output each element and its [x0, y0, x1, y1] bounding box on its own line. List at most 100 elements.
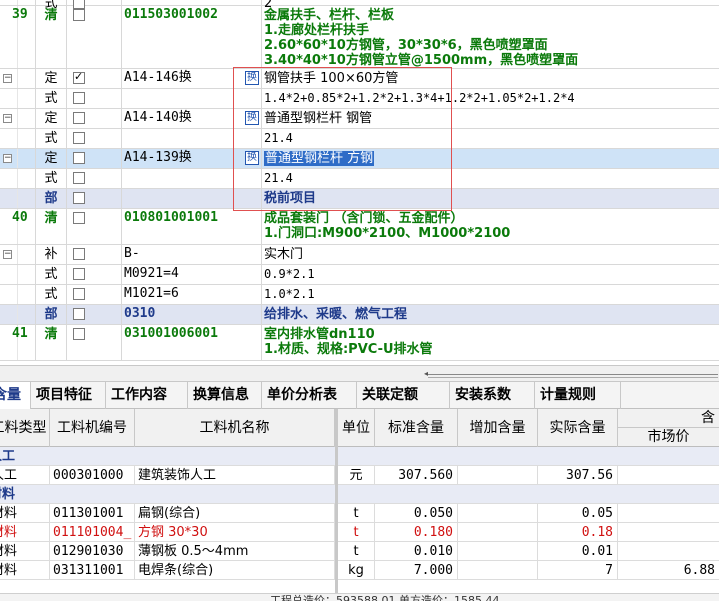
header-type[interactable]: 工料类型	[0, 409, 50, 447]
row-code[interactable]: M0921=4	[122, 265, 262, 284]
cell-std[interactable]: 0.050	[375, 504, 458, 523]
header-market-price[interactable]: 市场价	[618, 428, 719, 447]
row-name[interactable]: 21.4	[262, 169, 719, 188]
cell-std[interactable]: 307.560	[375, 466, 458, 485]
row-code[interactable]: B-	[122, 245, 262, 264]
collapse-toggle-icon[interactable]: −	[3, 114, 12, 123]
cell-type[interactable]: 材料	[0, 523, 50, 542]
cell-name[interactable]: 建筑装饰人工	[135, 466, 335, 485]
row-name[interactable]: 成品套装门 （含门锁、五金配件） 1.门洞口:M900*2100、M1000*21…	[262, 209, 719, 244]
collapse-toggle-icon[interactable]: −	[3, 250, 12, 259]
row-name[interactable]: 实木门	[262, 245, 719, 264]
cell-name[interactable]: 薄钢板 0.5～4mm	[135, 542, 335, 561]
cell-add[interactable]	[458, 466, 538, 485]
row-code[interactable]: 010801001001	[122, 209, 262, 244]
row-name[interactable]: 21.4	[262, 129, 719, 148]
cell-actual[interactable]: 307.56	[538, 466, 618, 485]
collapse-toggle-icon[interactable]: −	[3, 154, 12, 163]
row-checkbox[interactable]	[73, 172, 85, 184]
cell-add[interactable]	[458, 542, 538, 561]
row-checkbox[interactable]	[73, 152, 85, 164]
table-row[interactable]: 部 税前项目	[0, 189, 719, 209]
cell-unit[interactable]: 元	[338, 466, 375, 485]
row-code[interactable]: 031001006001	[122, 325, 262, 360]
tab-1[interactable]: 项目特征	[31, 382, 106, 409]
row-code[interactable]	[122, 0, 262, 5]
row-name[interactable]: 0.9*2.1	[262, 265, 719, 284]
tab-4[interactable]: 单价分析表	[262, 382, 357, 409]
row-code[interactable]: A14-139换	[122, 149, 262, 168]
row-checkbox[interactable]	[73, 92, 85, 104]
row-name[interactable]: 给排水、采暖、燃气工程	[262, 305, 719, 324]
tab-0[interactable]: 含量	[0, 382, 31, 409]
tab-3[interactable]: 换算信息	[188, 382, 262, 409]
cell-code[interactable]: 000301000	[50, 466, 135, 485]
row-checkbox[interactable]	[73, 268, 85, 280]
row-code[interactable]: M1021=6	[122, 285, 262, 304]
table-row[interactable]: 式 1.4*2+0.85*2+1.2*2+1.3*4+1.2*2+1.05*2+1…	[0, 89, 719, 109]
cell-actual[interactable]: 7	[538, 561, 618, 580]
tab-6[interactable]: 安装系数	[450, 382, 535, 409]
cell-actual[interactable]: 0.05	[538, 504, 618, 523]
row-name[interactable]: 1.4*2+0.85*2+1.2*2+1.3*4+1.2*2+1.05*2+1.…	[262, 89, 719, 108]
cell-code[interactable]: 031311001	[50, 561, 135, 580]
cell-name[interactable]: 方钢 30*30	[135, 523, 335, 542]
tab-7[interactable]: 计量规则	[535, 382, 621, 409]
row-name[interactable]: 金属扶手、栏杆、栏板 1.走廊处栏杆扶手 2.60*60*10方钢管，30*30*6…	[262, 6, 719, 68]
row-checkbox[interactable]	[73, 132, 85, 144]
table-row[interactable]: 式 21.4	[0, 169, 719, 189]
table-row[interactable]: 式 M1021=6 1.0*2.1	[0, 285, 719, 305]
row-checkbox[interactable]	[73, 288, 85, 300]
cell-add[interactable]	[458, 561, 538, 580]
row-name[interactable]: 2	[262, 0, 719, 11]
tab-5[interactable]: 关联定额	[357, 382, 450, 409]
grid-row[interactable]: 材料011101004_方钢 30*30t0.180 0.18	[0, 523, 719, 542]
row-code[interactable]	[122, 169, 262, 188]
cell-market[interactable]	[618, 523, 719, 542]
table-row[interactable]: 39 清 011503001002 金属扶手、栏杆、栏板 1.走廊处栏杆扶手 2.60*6…	[0, 6, 719, 69]
cell-add[interactable]	[458, 523, 538, 542]
table-row[interactable]: − 补 B- 实木门	[0, 245, 719, 265]
cell-type[interactable]: 人工	[0, 466, 50, 485]
row-checkbox[interactable]	[73, 308, 85, 320]
header-unit[interactable]: 单位	[338, 409, 375, 447]
pane-splitter[interactable]: ◂	[0, 365, 719, 382]
row-name[interactable]: 换普通型钢栏杆 方钢	[245, 149, 719, 168]
cell-actual[interactable]: 0.18	[538, 523, 618, 542]
cell-code[interactable]: 011101004_	[50, 523, 135, 542]
cell-name[interactable]: 扁钢(综合)	[135, 504, 335, 523]
grid-row[interactable]: 材料031311001电焊条(综合)kg7.000 76.88	[0, 561, 719, 580]
collapse-toggle-icon[interactable]: −	[3, 74, 12, 83]
table-row[interactable]: 部 0310 给排水、采暖、燃气工程	[0, 305, 719, 325]
row-code[interactable]	[122, 89, 262, 108]
row-name[interactable]: 换钢管扶手 100×60方管	[245, 69, 719, 88]
cell-std[interactable]: 0.010	[375, 542, 458, 561]
cell-type[interactable]: 材料	[0, 504, 50, 523]
cell-type[interactable]: 材料	[0, 561, 50, 580]
header-add-qty[interactable]: 增加含量	[458, 409, 538, 447]
cell-name[interactable]: 电焊条(综合)	[135, 561, 335, 580]
cell-code[interactable]: 012901030	[50, 542, 135, 561]
row-code[interactable]	[122, 189, 262, 208]
table-row[interactable]: 40 清 010801001001 成品套装门 （含门锁、五金配件） 1.门洞口:M90…	[0, 209, 719, 245]
cell-market[interactable]	[618, 542, 719, 561]
cell-std[interactable]: 7.000	[375, 561, 458, 580]
header-code[interactable]: 工料机编号	[50, 409, 135, 447]
row-code[interactable]: A14-140换	[122, 109, 262, 128]
row-checkbox[interactable]	[73, 212, 85, 224]
cell-market[interactable]	[618, 466, 719, 485]
grid-row[interactable]: 材料011301001扁钢(综合)t0.050 0.05	[0, 504, 719, 523]
row-code[interactable]: 011503001002	[122, 6, 262, 68]
row-name[interactable]: 室内排水管dn110 1.材质、规格:PVC-U排水管	[262, 325, 719, 360]
cell-unit[interactable]: t	[338, 504, 375, 523]
row-name[interactable]: 税前项目	[262, 189, 719, 208]
grid-row[interactable]: 材料012901030薄钢板 0.5～4mmt0.010 0.01	[0, 542, 719, 561]
cell-type[interactable]: 材料	[0, 542, 50, 561]
cell-market[interactable]	[618, 504, 719, 523]
row-checkbox[interactable]	[73, 248, 85, 260]
row-name[interactable]: 换普通型钢栏杆 钢管	[245, 109, 719, 128]
row-code[interactable]: A14-146换	[122, 69, 262, 88]
table-row[interactable]: 式 M0921=4 0.9*2.1	[0, 265, 719, 285]
table-row[interactable]: 41 清 031001006001 室内排水管dn110 1.材质、规格:PVC-U排水…	[0, 325, 719, 361]
splitter-handle[interactable]	[428, 374, 718, 378]
